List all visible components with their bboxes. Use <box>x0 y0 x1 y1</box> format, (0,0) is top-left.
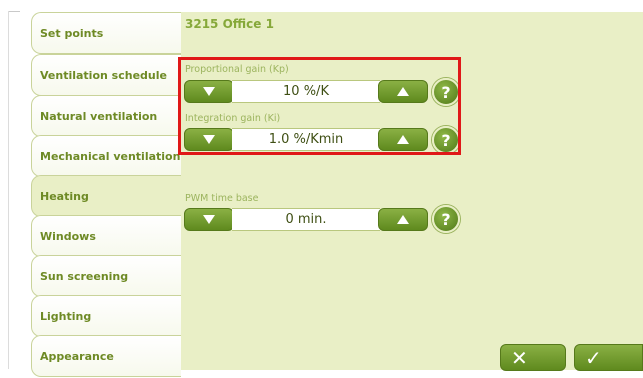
tab-label: Windows <box>40 229 96 243</box>
pwm-label: PWM time base <box>185 193 259 204</box>
cancel-button[interactable]: ✕ <box>500 344 566 371</box>
tab-appearance[interactable]: Appearance <box>31 335 181 377</box>
tab-windows[interactable]: Windows <box>31 215 181 257</box>
tab-label: Heating <box>40 189 89 203</box>
tab-label: Ventilation schedule <box>40 68 167 82</box>
pwm-stepper: 0 min. <box>184 208 428 231</box>
pwm-increase-button[interactable] <box>378 208 428 231</box>
tab-lighting[interactable]: Lighting <box>31 295 181 337</box>
tab-label: Lighting <box>40 309 92 323</box>
tab-heating[interactable]: Heating <box>31 175 181 217</box>
tab-natural-ventilation[interactable]: Natural ventilation <box>31 95 181 137</box>
tab-mechanical-ventilation[interactable]: Mechanical ventilation <box>31 135 181 177</box>
tab-ventilation-schedule[interactable]: Ventilation schedule <box>31 54 181 96</box>
checkmark-icon: ✓ <box>585 345 602 370</box>
confirm-button[interactable]: ✓ <box>574 344 643 371</box>
arrow-down-icon <box>203 215 215 224</box>
pwm-help-icon[interactable]: ? <box>432 205 460 233</box>
tab-set-points[interactable]: Set points <box>31 12 181 54</box>
tab-label: Natural ventilation <box>40 109 158 123</box>
tab-sun-screening[interactable]: Sun screening <box>31 255 181 297</box>
frame-line <box>8 11 20 12</box>
tab-label: Set points <box>40 26 104 40</box>
tab-label: Sun screening <box>40 269 129 283</box>
room-title: 3215 Office 1 <box>185 17 274 31</box>
tab-label: Appearance <box>40 349 114 363</box>
tab-list: Set points Ventilation schedule Natural … <box>31 12 181 377</box>
pwm-value: 0 min. <box>232 208 380 231</box>
arrow-up-icon <box>397 215 409 224</box>
highlight-box <box>178 57 461 155</box>
pwm-decrease-button[interactable] <box>184 208 234 231</box>
close-icon: ✕ <box>511 345 528 370</box>
tab-label: Mechanical ventilation <box>40 149 181 163</box>
frame-line <box>8 11 9 369</box>
